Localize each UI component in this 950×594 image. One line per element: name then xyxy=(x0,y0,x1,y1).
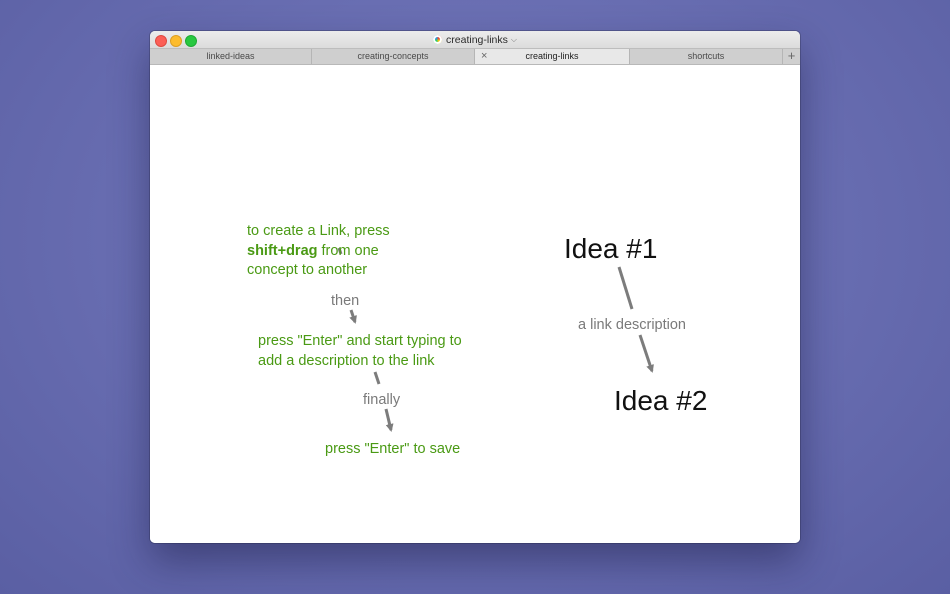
chevron-down-icon[interactable]: ⌵ xyxy=(511,35,517,44)
document-canvas[interactable]: to create a Link, press shift+drag from … xyxy=(150,65,800,543)
link-arrow-then[interactable] xyxy=(349,309,357,324)
tab-bar: linked-ideas creating-concepts × creatin… xyxy=(150,48,800,65)
concept-save[interactable]: press "Enter" to save xyxy=(325,440,460,460)
title-bar[interactable]: creating-links ⌵ xyxy=(150,31,800,48)
concept-press-enter[interactable]: press "Enter" and start typing to add a … xyxy=(258,332,462,371)
window-title: creating-links xyxy=(446,34,508,46)
link-arrow-idea[interactable] xyxy=(638,334,654,373)
link-label-description[interactable]: a link description xyxy=(578,316,686,334)
tab-shortcuts[interactable]: shortcuts xyxy=(630,49,783,64)
links-layer xyxy=(337,247,654,432)
concept-line: add a description to the link xyxy=(258,352,435,369)
concept-line: concept to another xyxy=(247,262,368,278)
concept-bold-text: shift+drag xyxy=(247,242,318,259)
tab-label: creating-concepts xyxy=(357,51,429,61)
tab-label: linked-ideas xyxy=(206,51,255,61)
link-arrow-finally[interactable] xyxy=(384,408,394,432)
concept-line: from one xyxy=(317,242,379,259)
link-line-idea-top[interactable] xyxy=(617,266,634,310)
link-line-finally-top[interactable] xyxy=(373,371,381,385)
close-icon[interactable]: × xyxy=(481,49,487,64)
tab-creating-links[interactable]: × creating-links xyxy=(475,49,630,64)
concept-create-link[interactable]: to create a Link, press shift+drag from … xyxy=(247,222,390,281)
app-window: creating-links ⌵ linked-ideas creating-co… xyxy=(150,31,800,543)
concept-line: press "Enter" and start typing to xyxy=(258,333,462,349)
concept-idea-2[interactable]: Idea #2 xyxy=(614,385,707,417)
document-icon xyxy=(433,35,443,44)
concept-idea-1[interactable]: Idea #1 xyxy=(564,233,657,265)
plus-icon[interactable]: + xyxy=(783,49,800,64)
tab-label: shortcuts xyxy=(687,51,725,61)
tab-label: creating-links xyxy=(525,51,579,61)
tab-creating-concepts[interactable]: creating-concepts xyxy=(312,49,475,64)
link-label-finally[interactable]: finally xyxy=(363,391,400,409)
window-title-group[interactable]: creating-links ⌵ xyxy=(150,33,800,47)
link-label-then[interactable]: then xyxy=(331,292,359,310)
tab-linked-ideas[interactable]: linked-ideas xyxy=(150,49,312,64)
concept-line: to create a Link, press xyxy=(247,223,390,239)
